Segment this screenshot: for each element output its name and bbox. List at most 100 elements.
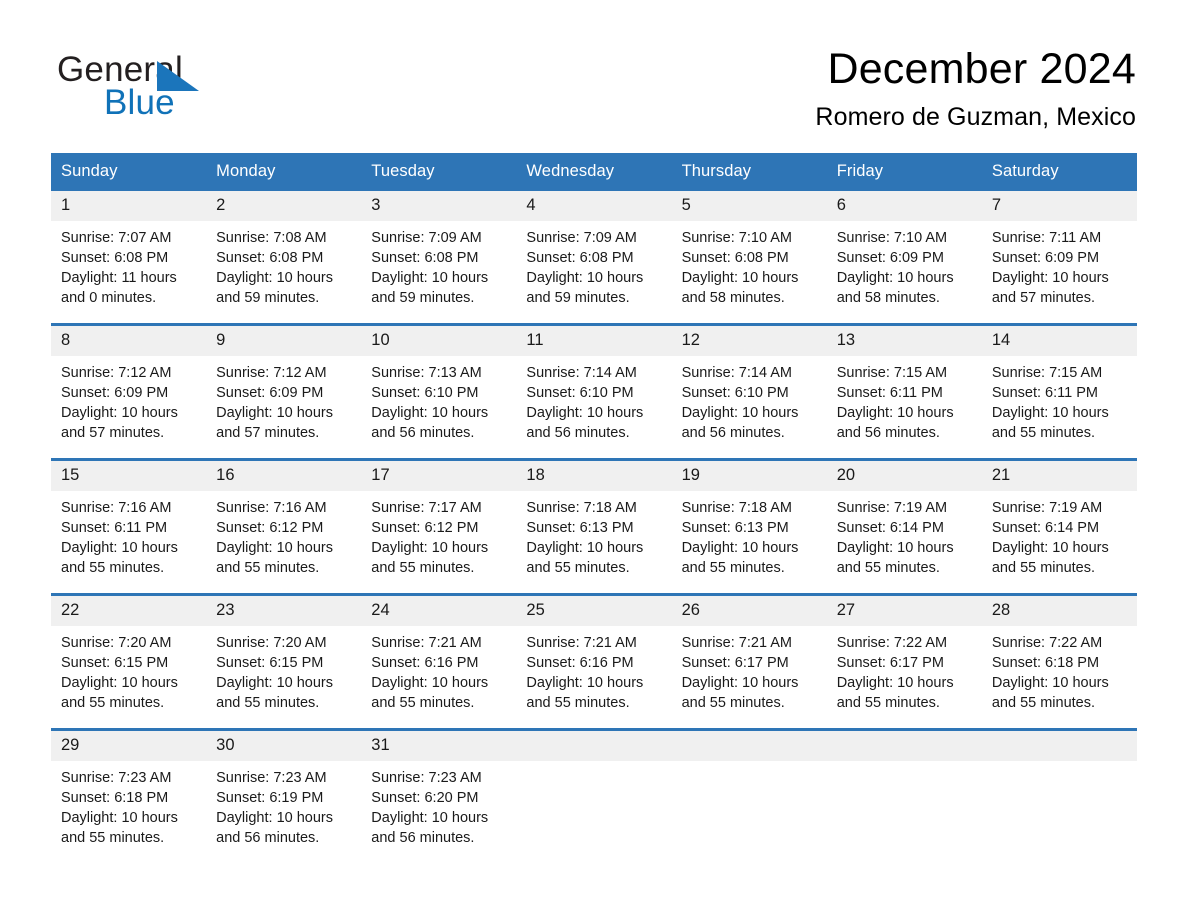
day-details: Sunrise: 7:20 AM Sunset: 6:15 PM Daylight:…: [51, 626, 206, 713]
weekday-header-saturday: Saturday: [991, 162, 1059, 181]
day-number: 20: [826, 461, 982, 492]
sunset-text: Sunset: 6:14 PM: [836, 520, 944, 537]
sunrise-text: Sunrise: 7:19 AM: [836, 500, 948, 517]
sunset-text: Sunset: 6:17 PM: [681, 655, 789, 672]
calendar-day-cell[interactable]: 23 Sunrise: 7:20 AM Sunset: 6:15 PM Dayligh…: [206, 596, 362, 715]
calendar-day-cell[interactable]: 2 Sunrise: 7:08 AM Sunset: 6:08 PM Daylight…: [206, 191, 362, 310]
weekday-header-wednesday: Wednesday: [526, 162, 615, 181]
sunset-text: Sunset: 6:13 PM: [681, 520, 789, 537]
daylight-text: Daylight: 10 hours and 55 minutes.: [526, 675, 644, 712]
calendar-day-cell[interactable]: 15 Sunrise: 7:16 AM Sunset: 6:11 PM Dayligh…: [51, 461, 207, 580]
calendar-week-row: 15 Sunrise: 7:16 AM Sunset: 6:11 PM Dayligh…: [51, 458, 1137, 580]
day-number: 7: [981, 191, 1137, 222]
day-number: [981, 731, 1137, 762]
day-number: 1: [51, 191, 207, 222]
day-details: Sunrise: 7:22 AM Sunset: 6:18 PM Daylight:…: [982, 626, 1137, 713]
location-subtitle: Romero de Guzman, Mexico: [815, 103, 1136, 132]
day-number: 27: [826, 596, 982, 627]
calendar-day-cell[interactable]: 27 Sunrise: 7:22 AM Sunset: 6:17 PM Dayligh…: [826, 596, 982, 715]
daylight-text: Daylight: 10 hours and 59 minutes.: [216, 270, 334, 307]
day-details: Sunrise: 7:15 AM Sunset: 6:11 PM Daylight:…: [982, 356, 1137, 443]
sunrise-text: Sunrise: 7:11 AM: [991, 230, 1102, 247]
calendar-day-cell[interactable]: 13 Sunrise: 7:15 AM Sunset: 6:11 PM Dayligh…: [826, 326, 982, 445]
sunrise-text: Sunrise: 7:21 AM: [371, 635, 482, 652]
calendar-day-cell-empty: [981, 731, 1137, 850]
calendar-day-cell[interactable]: 28 Sunrise: 7:22 AM Sunset: 6:18 PM Dayligh…: [981, 596, 1137, 715]
daylight-text: Daylight: 10 hours and 55 minutes.: [371, 540, 489, 577]
day-number: [826, 731, 982, 762]
day-details: Sunrise: 7:14 AM Sunset: 6:10 PM Daylight:…: [672, 356, 827, 443]
daylight-text: Daylight: 10 hours and 55 minutes.: [836, 540, 954, 577]
day-number: 4: [516, 191, 672, 222]
day-number: 6: [826, 191, 982, 222]
sunrise-text: Sunrise: 7:09 AM: [371, 230, 482, 247]
calendar-page: General Blue December 2024 Romero de Guz…: [0, 0, 1188, 918]
calendar-day-cell[interactable]: 20 Sunrise: 7:19 AM Sunset: 6:14 PM Dayligh…: [826, 461, 982, 580]
calendar-day-cell[interactable]: 11 Sunrise: 7:14 AM Sunset: 6:10 PM Dayligh…: [516, 326, 672, 445]
daylight-text: Daylight: 10 hours and 55 minutes.: [216, 675, 334, 712]
calendar-day-cell[interactable]: 22 Sunrise: 7:20 AM Sunset: 6:15 PM Dayligh…: [51, 596, 207, 715]
calendar-day-cell[interactable]: 8 Sunrise: 7:12 AM Sunset: 6:09 PM Daylight…: [51, 326, 207, 445]
sunrise-text: Sunrise: 7:22 AM: [836, 635, 948, 652]
weekday-header-monday: Monday: [216, 162, 276, 181]
day-details: Sunrise: 7:18 AM Sunset: 6:13 PM Daylight:…: [516, 491, 671, 578]
calendar-day-cell[interactable]: 31 Sunrise: 7:23 AM Sunset: 6:20 PM Dayligh…: [361, 731, 517, 850]
calendar-day-cell[interactable]: 29 Sunrise: 7:23 AM Sunset: 6:18 PM Dayligh…: [51, 731, 207, 850]
calendar-day-cell[interactable]: 7 Sunrise: 7:11 AM Sunset: 6:09 PM Daylight…: [981, 191, 1137, 310]
sunset-text: Sunset: 6:10 PM: [681, 385, 789, 402]
sunset-text: Sunset: 6:18 PM: [61, 790, 169, 807]
calendar-day-cell[interactable]: 30 Sunrise: 7:23 AM Sunset: 6:19 PM Dayligh…: [206, 731, 362, 850]
general-blue-logo[interactable]: General Blue: [57, 44, 257, 122]
daylight-text: Daylight: 10 hours and 59 minutes.: [526, 270, 644, 307]
daylight-text: Daylight: 10 hours and 55 minutes.: [216, 540, 334, 577]
day-number: 30: [206, 731, 362, 762]
day-number: 2: [206, 191, 362, 222]
calendar-day-cell[interactable]: 18 Sunrise: 7:18 AM Sunset: 6:13 PM Dayligh…: [516, 461, 672, 580]
calendar-day-cell[interactable]: 1 Sunrise: 7:07 AM Sunset: 6:08 PM Daylight…: [51, 191, 207, 310]
sunset-text: Sunset: 6:08 PM: [371, 250, 479, 267]
day-details: Sunrise: 7:19 AM Sunset: 6:14 PM Daylight:…: [982, 491, 1137, 578]
daylight-text: Daylight: 10 hours and 55 minutes.: [61, 675, 178, 712]
day-details: Sunrise: 7:17 AM Sunset: 6:12 PM Daylight:…: [361, 491, 516, 578]
day-number: 28: [981, 596, 1137, 627]
calendar-day-cell[interactable]: 19 Sunrise: 7:18 AM Sunset: 6:13 PM Dayligh…: [671, 461, 827, 580]
day-details: Sunrise: 7:10 AM Sunset: 6:08 PM Daylight:…: [672, 221, 827, 308]
sunrise-text: Sunrise: 7:18 AM: [526, 500, 637, 517]
daylight-text: Daylight: 10 hours and 59 minutes.: [371, 270, 489, 307]
sunrise-text: Sunrise: 7:14 AM: [526, 365, 637, 382]
sunrise-text: Sunrise: 7:15 AM: [836, 365, 948, 382]
calendar-day-cell[interactable]: 10 Sunrise: 7:13 AM Sunset: 6:10 PM Dayligh…: [361, 326, 517, 445]
calendar-day-cell[interactable]: 4 Sunrise: 7:09 AM Sunset: 6:08 PM Daylight…: [516, 191, 672, 310]
daylight-text: Daylight: 10 hours and 55 minutes.: [371, 675, 489, 712]
calendar-day-cell[interactable]: 9 Sunrise: 7:12 AM Sunset: 6:09 PM Daylight…: [206, 326, 362, 445]
calendar-day-cell-empty: [516, 731, 672, 850]
calendar-day-cell[interactable]: 24 Sunrise: 7:21 AM Sunset: 6:16 PM Dayligh…: [361, 596, 517, 715]
calendar-day-cell[interactable]: 21 Sunrise: 7:19 AM Sunset: 6:14 PM Dayligh…: [981, 461, 1137, 580]
sunset-text: Sunset: 6:13 PM: [526, 520, 634, 537]
day-details: Sunrise: 7:16 AM Sunset: 6:12 PM Daylight:…: [206, 491, 361, 578]
day-details: Sunrise: 7:23 AM Sunset: 6:20 PM Daylight:…: [361, 761, 516, 848]
day-details: Sunrise: 7:08 AM Sunset: 6:08 PM Daylight:…: [206, 221, 361, 308]
daylight-text: Daylight: 10 hours and 55 minutes.: [61, 540, 178, 577]
daylight-text: Daylight: 10 hours and 55 minutes.: [526, 540, 644, 577]
calendar-day-cell[interactable]: 14 Sunrise: 7:15 AM Sunset: 6:11 PM Dayligh…: [981, 326, 1137, 445]
day-number: 16: [206, 461, 362, 492]
sunrise-text: Sunrise: 7:22 AM: [991, 635, 1103, 652]
calendar-day-cell[interactable]: 26 Sunrise: 7:21 AM Sunset: 6:17 PM Dayligh…: [671, 596, 827, 715]
calendar-day-cell[interactable]: 5 Sunrise: 7:10 AM Sunset: 6:08 PM Daylight…: [671, 191, 827, 310]
day-details: Sunrise: 7:15 AM Sunset: 6:11 PM Daylight:…: [827, 356, 982, 443]
calendar-day-cell[interactable]: 16 Sunrise: 7:16 AM Sunset: 6:12 PM Dayligh…: [206, 461, 362, 580]
calendar-day-cell[interactable]: 6 Sunrise: 7:10 AM Sunset: 6:09 PM Daylight…: [826, 191, 982, 310]
day-details: Sunrise: 7:23 AM Sunset: 6:18 PM Daylight:…: [51, 761, 206, 848]
calendar-day-cell[interactable]: 17 Sunrise: 7:17 AM Sunset: 6:12 PM Dayligh…: [361, 461, 517, 580]
day-number: 15: [51, 461, 207, 492]
calendar-day-cell[interactable]: 25 Sunrise: 7:21 AM Sunset: 6:16 PM Dayligh…: [516, 596, 672, 715]
calendar-day-cell[interactable]: 12 Sunrise: 7:14 AM Sunset: 6:10 PM Dayligh…: [671, 326, 827, 445]
daylight-text: Daylight: 10 hours and 57 minutes.: [216, 405, 334, 442]
calendar-day-cell[interactable]: 3 Sunrise: 7:09 AM Sunset: 6:08 PM Daylight…: [361, 191, 517, 310]
sunrise-text: Sunrise: 7:20 AM: [61, 635, 172, 652]
weekday-header-thursday: Thursday: [681, 162, 752, 181]
weekday-header-tuesday: Tuesday: [371, 162, 435, 181]
sunrise-text: Sunrise: 7:21 AM: [681, 635, 792, 652]
day-details: Sunrise: 7:21 AM Sunset: 6:16 PM Daylight:…: [516, 626, 671, 713]
